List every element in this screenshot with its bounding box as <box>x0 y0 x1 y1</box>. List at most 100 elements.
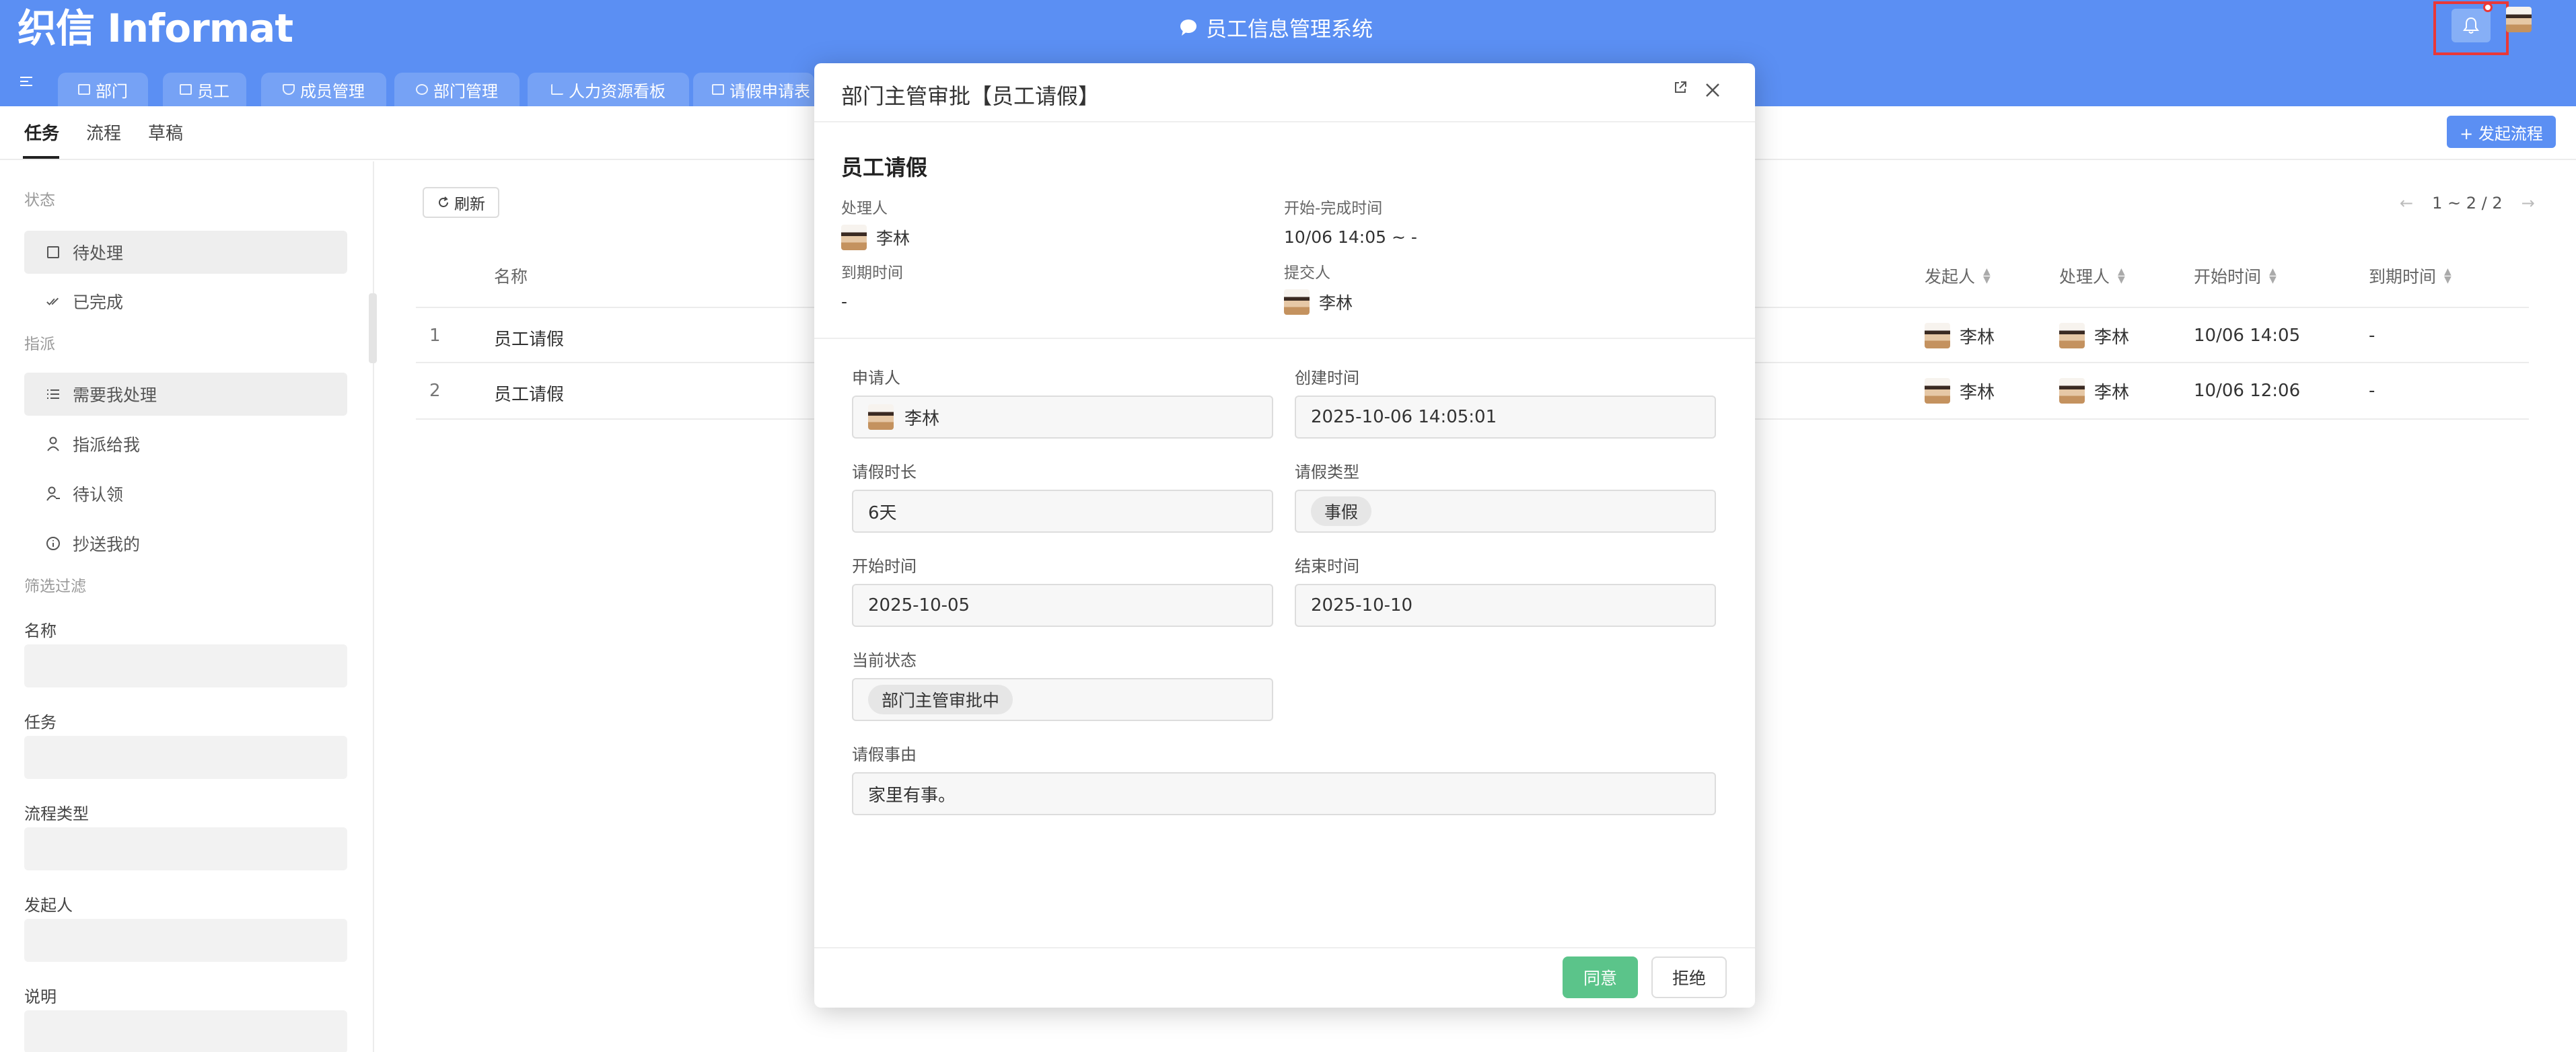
user-icon <box>46 437 61 451</box>
subtab-tasks[interactable]: 任务 <box>24 120 59 145</box>
info-icon <box>46 536 61 551</box>
sort-icon[interactable]: ▲ ▼ <box>2444 267 2452 285</box>
column-header-name: 名称 <box>494 267 528 287</box>
column-header-initiator[interactable]: 发起人 ▲ ▼ <box>1925 264 1991 288</box>
row-number: 1 <box>429 326 441 346</box>
sidebar-item-cc-me[interactable]: 抄送我的 <box>24 522 347 565</box>
sort-icon[interactable]: ▲ ▼ <box>2269 267 2277 285</box>
reason-field[interactable]: 家里有事。 <box>852 772 1716 815</box>
applicant-field[interactable]: 李林 <box>852 396 1273 439</box>
reject-button[interactable]: 拒绝 <box>1651 956 1727 998</box>
bell-icon <box>2463 17 2479 34</box>
modal-divider <box>814 338 1755 339</box>
end-date-field[interactable]: 2025-10-10 <box>1295 584 1716 627</box>
notification-button[interactable] <box>2452 9 2491 42</box>
tab-leave-form[interactable]: 请假申请表 <box>693 73 814 106</box>
subtab-flows[interactable]: 流程 <box>86 120 121 145</box>
tab-department[interactable]: 部门 <box>58 73 148 106</box>
subtab-drafts[interactable]: 草稿 <box>148 120 183 145</box>
filter-description-label: 说明 <box>24 987 57 1006</box>
status-tag: 部门主管审批中 <box>868 685 1013 714</box>
app-title: 员工信息管理系统 <box>1179 12 1373 42</box>
submitter-value: 李林 <box>1284 289 1353 315</box>
sort-icon[interactable]: ▲ ▼ <box>1983 267 1991 285</box>
created-time-field[interactable]: 2025-10-06 14:05:01 <box>1295 396 1716 439</box>
row-start-time: 10/06 12:06 <box>2194 381 2301 401</box>
pagination: ← 1 ~ 2 / 2 → <box>2400 194 2535 213</box>
user-avatar[interactable] <box>2506 7 2532 32</box>
avatar <box>2059 323 2085 348</box>
filter-name-input[interactable] <box>24 644 347 687</box>
avatar <box>2059 378 2085 404</box>
sidebar-item-assigned-to-me[interactable]: 指派给我 <box>24 422 347 465</box>
tab-member-management[interactable]: 成员管理 <box>261 73 386 106</box>
refresh-button[interactable]: 刷新 <box>423 187 499 218</box>
avatar <box>1925 378 1950 404</box>
handler-value: 李林 <box>841 225 910 250</box>
close-icon[interactable] <box>1704 75 1721 105</box>
tab-department-management[interactable]: 部门管理 <box>394 73 520 106</box>
column-header-start-time[interactable]: 开始时间 ▲ ▼ <box>2194 264 2277 288</box>
duration-field[interactable]: 6天 <box>852 490 1273 533</box>
tab-hr-dashboard[interactable]: 人力资源看板 <box>528 73 689 106</box>
leave-type-field[interactable]: 事假 <box>1295 490 1716 533</box>
prev-page-icon[interactable]: ← <box>2400 194 2413 213</box>
row-name[interactable]: 员工请假 <box>494 381 564 406</box>
row-due-time: - <box>2369 326 2375 346</box>
submitter-label: 提交人 <box>1284 264 1330 282</box>
notification-dot <box>2483 3 2493 12</box>
applicant-label: 申请人 <box>852 369 900 387</box>
approval-modal: 部门主管审批【员工请假】 员工请假 处理人 李林 开始-完成时间 10/06 1… <box>814 63 1755 1008</box>
tab-employee[interactable]: 员工 <box>163 73 246 106</box>
filter-initiator-input[interactable] <box>24 919 347 962</box>
square-icon <box>46 245 61 260</box>
modal-title: 部门主管审批【员工请假】 <box>841 83 1100 109</box>
open-external-icon[interactable] <box>1673 79 1688 100</box>
start-date-label: 开始时间 <box>852 557 917 576</box>
end-date-label: 结束时间 <box>1295 557 1359 576</box>
filter-task-input[interactable] <box>24 736 347 779</box>
section-status-label: 状态 <box>24 192 55 209</box>
duration-label: 请假时长 <box>852 463 917 482</box>
created-time-label: 创建时间 <box>1295 369 1359 387</box>
filter-name-label: 名称 <box>24 622 57 640</box>
section-assign-label: 指派 <box>24 336 55 353</box>
active-tab-indicator <box>23 156 59 159</box>
row-initiator: 李林 <box>1925 323 1995 348</box>
avatar <box>868 404 894 430</box>
refresh-icon <box>439 196 448 207</box>
app-logo[interactable]: 织信 Informat <box>17 1 293 55</box>
sidebar-item-need-me[interactable]: 需要我处理 <box>24 373 347 416</box>
leave-type-label: 请假类型 <box>1295 463 1359 482</box>
shield-icon <box>283 84 295 95</box>
start-date-field[interactable]: 2025-10-05 <box>852 584 1273 627</box>
modal-subtitle: 员工请假 <box>841 155 928 180</box>
row-due-time: - <box>2369 381 2375 401</box>
avatar <box>1284 289 1310 315</box>
row-name[interactable]: 员工请假 <box>494 326 564 350</box>
chat-bubble-icon <box>1180 19 1196 36</box>
sidebar-collapse-handle[interactable] <box>369 293 377 363</box>
chart-icon <box>551 84 563 95</box>
next-page-icon[interactable]: → <box>2521 194 2535 213</box>
filter-initiator-label: 发起人 <box>24 896 73 915</box>
app-title-text: 员工信息管理系统 <box>1206 17 1373 42</box>
filter-flow-type-input[interactable] <box>24 827 347 870</box>
menu-icon[interactable] <box>19 75 34 90</box>
filter-description-input[interactable] <box>24 1010 347 1052</box>
table-icon <box>78 84 90 95</box>
avatar <box>841 225 867 250</box>
current-status-field[interactable]: 部门主管审批中 <box>852 678 1273 721</box>
sidebar-item-to-claim[interactable]: 待认领 <box>24 472 347 515</box>
sort-icon[interactable]: ▲ ▼ <box>2118 267 2125 285</box>
column-header-handler[interactable]: 处理人 ▲ ▼ <box>2059 264 2125 288</box>
due-value: - <box>841 292 848 311</box>
page-info: 1 ~ 2 / 2 <box>2432 194 2503 213</box>
current-status-label: 当前状态 <box>852 651 917 670</box>
start-flow-button[interactable]: + 发起流程 <box>2447 116 2556 148</box>
agree-button[interactable]: 同意 <box>1563 956 1638 998</box>
reason-label: 请假事由 <box>852 745 917 764</box>
sidebar-item-completed[interactable]: 已完成 <box>24 280 347 323</box>
column-header-due-time[interactable]: 到期时间 ▲ ▼ <box>2369 264 2452 288</box>
sidebar-item-pending[interactable]: 待处理 <box>24 231 347 274</box>
